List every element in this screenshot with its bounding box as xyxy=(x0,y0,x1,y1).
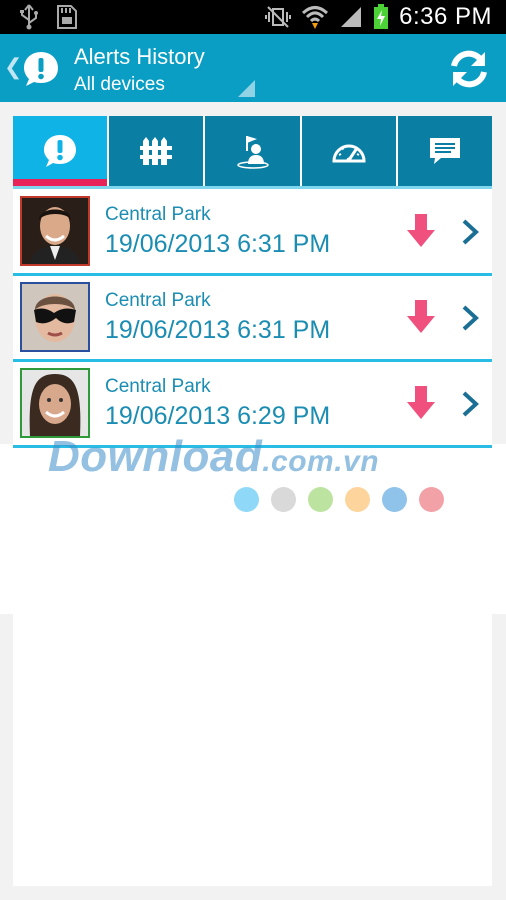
back-chevron-icon[interactable]: ❮ xyxy=(4,54,22,80)
watermark-dots xyxy=(234,487,444,512)
battery-charging-icon xyxy=(374,4,389,29)
arrow-down-icon xyxy=(407,300,435,333)
avatar xyxy=(20,282,90,352)
refresh-icon[interactable] xyxy=(448,48,490,90)
alert-datetime: 19/06/2013 6:31 PM xyxy=(105,230,331,258)
tab-alerts[interactable] xyxy=(13,116,108,186)
message-bubble-icon xyxy=(429,138,460,164)
watermark-tld: .com.vn xyxy=(262,445,380,478)
usb-icon xyxy=(20,4,38,30)
action-bar: ❮ Alerts History All devices xyxy=(0,34,506,102)
tab-bar-underline xyxy=(13,186,492,189)
tab-location[interactable] xyxy=(205,116,300,186)
alert-row[interactable]: Central Park 19/06/2013 6:31 PM xyxy=(13,276,492,362)
speedometer-icon xyxy=(332,144,366,163)
alert-row[interactable]: Central Park 19/06/2013 6:31 PM xyxy=(13,190,492,276)
person-flag-icon xyxy=(236,136,269,169)
watermark-main: Download xyxy=(48,432,263,481)
avatar xyxy=(20,196,90,266)
sd-card-icon xyxy=(57,5,77,29)
watermark: Download.com.vn xyxy=(48,432,379,482)
watermark-dot xyxy=(382,487,407,512)
alerts-list: Central Park 19/06/2013 6:31 PM Central … xyxy=(13,190,492,448)
watermark-dot xyxy=(419,487,444,512)
alert-place: Central Park xyxy=(105,290,211,311)
watermark-dot xyxy=(345,487,370,512)
alert-datetime: 19/06/2013 6:29 PM xyxy=(105,402,331,430)
alert-place: Central Park xyxy=(105,376,211,397)
arrow-down-icon xyxy=(407,386,435,419)
fence-icon xyxy=(140,137,173,165)
vibrate-mute-icon xyxy=(265,6,292,28)
signal-icon xyxy=(341,7,362,27)
tab-messages[interactable] xyxy=(397,116,493,186)
dropdown-indicator-icon[interactable] xyxy=(238,80,255,97)
status-bar: 6:36 PM xyxy=(0,0,506,34)
alert-datetime: 19/06/2013 6:31 PM xyxy=(105,316,331,344)
chevron-right-icon[interactable] xyxy=(459,390,481,418)
chevron-right-icon[interactable] xyxy=(459,304,481,332)
watermark-dot xyxy=(308,487,333,512)
watermark-dot xyxy=(271,487,296,512)
page-title: Alerts History xyxy=(74,44,205,69)
tab-bar xyxy=(13,116,493,186)
clock: 6:36 PM xyxy=(399,3,492,30)
tab-geofence[interactable] xyxy=(109,116,204,186)
chevron-right-icon[interactable] xyxy=(459,218,481,246)
wifi-icon xyxy=(302,6,329,29)
watermark-dot xyxy=(234,487,259,512)
alert-place: Central Park xyxy=(105,204,211,225)
avatar xyxy=(20,368,90,438)
device-filter-dropdown[interactable]: All devices xyxy=(74,74,165,96)
arrow-down-icon xyxy=(407,214,435,247)
alert-bubble-icon[interactable] xyxy=(22,50,60,88)
tab-speed[interactable] xyxy=(301,116,396,186)
alert-bubble-icon xyxy=(44,135,77,167)
